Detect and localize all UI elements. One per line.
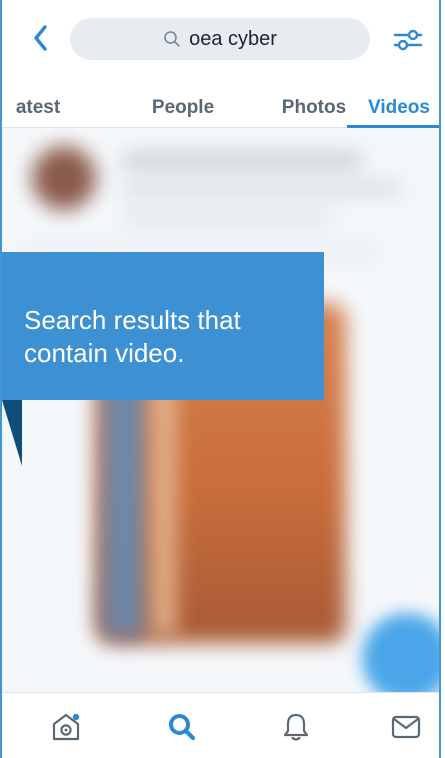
chevron-left-icon xyxy=(34,25,47,51)
tab-people[interactable]: People xyxy=(128,88,238,128)
mail-icon xyxy=(391,715,421,739)
search-input[interactable]: oea cyber xyxy=(70,18,370,60)
bottom-navigation xyxy=(2,692,439,758)
nav-notifications[interactable] xyxy=(272,705,320,749)
callout-text: Search results that contain video. xyxy=(24,305,241,368)
tweet-text-blurred xyxy=(122,210,332,224)
nav-search[interactable] xyxy=(158,705,206,749)
search-results xyxy=(2,128,439,692)
tweet-author-blurred xyxy=(122,152,362,170)
search-icon xyxy=(169,714,196,741)
nav-home[interactable] xyxy=(42,705,90,749)
compose-button[interactable] xyxy=(362,613,439,692)
tab-latest[interactable]: atest xyxy=(2,88,88,128)
video-thumbnail-detail xyxy=(102,368,146,638)
phone-screen: oea cyber atest People Photos Videos Sea… xyxy=(0,0,441,758)
bell-icon xyxy=(283,713,309,741)
search-tabs: atest People Photos Videos xyxy=(2,80,439,128)
tweet-text-blurred xyxy=(122,182,402,196)
filter-icon xyxy=(393,29,423,51)
callout-pointer xyxy=(2,400,22,466)
avatar[interactable] xyxy=(32,146,96,210)
tab-videos[interactable]: Videos xyxy=(344,88,439,128)
search-query-text: oea cyber xyxy=(189,27,277,50)
filter-button[interactable] xyxy=(388,20,428,60)
tutorial-callout: Search results that contain video. xyxy=(2,252,324,400)
search-icon xyxy=(163,30,181,48)
back-button[interactable] xyxy=(24,18,58,58)
home-icon xyxy=(52,713,80,741)
nav-messages[interactable] xyxy=(382,705,430,749)
top-bar: oea cyber xyxy=(2,0,439,80)
